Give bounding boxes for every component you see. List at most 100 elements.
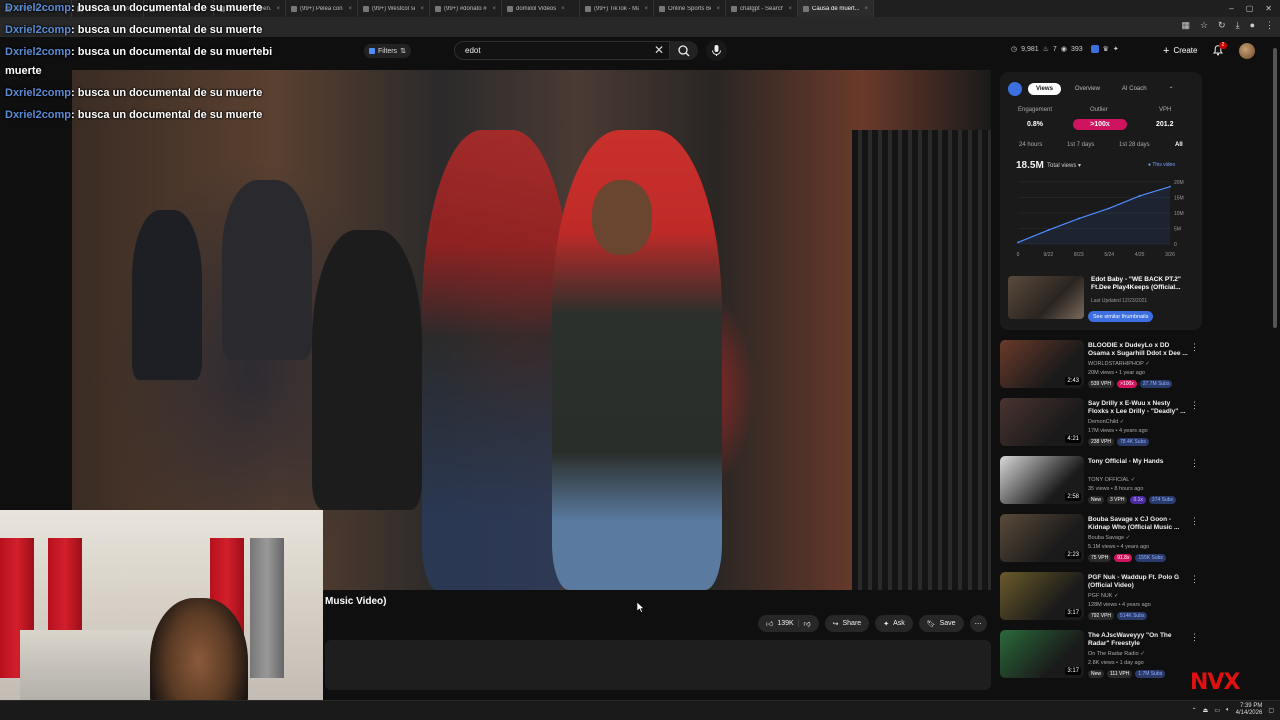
more-options-icon[interactable]: ⋮ — [1190, 516, 1199, 527]
similar-thumbnails-button[interactable]: See similar thumbnails — [1088, 311, 1154, 322]
close-tab-icon[interactable]: × — [864, 6, 868, 12]
stat-2: 7 — [1052, 45, 1057, 53]
close-window-button[interactable]: ✕ — [1265, 4, 1272, 13]
close-tab-icon[interactable]: × — [420, 6, 424, 12]
stat-badge: >100x — [1117, 380, 1137, 388]
voice-search-button[interactable] — [706, 40, 727, 61]
menu-icon[interactable]: ⋮ — [1265, 20, 1274, 31]
network-icon[interactable]: ▭ — [1214, 707, 1220, 714]
browser-tab[interactable]: chatgpt - Search × — [726, 0, 798, 17]
video-title[interactable]: Tony Official - My Hands — [1088, 458, 1192, 466]
video-meta: 20M views • 1 year ago — [1088, 370, 1145, 376]
tab-views[interactable]: Views — [1028, 83, 1061, 95]
bookmark-star-icon[interactable]: ☆ — [1200, 20, 1208, 31]
refresh-icon[interactable]: ↻ — [1218, 20, 1226, 31]
video-title[interactable]: Bouba Savage x CJ Goon - Kidnap Who (Off… — [1088, 516, 1192, 532]
video-title[interactable]: Say Drilly x E-Wuu x Nesty Floxks x Lee … — [1088, 400, 1192, 416]
channel-name[interactable]: TONY OFFICIAL ✓ — [1088, 477, 1135, 483]
chevron-up-icon[interactable]: ⌃ — [1192, 707, 1197, 714]
downloads-icon[interactable]: ⤓ — [1236, 20, 1240, 31]
sparkle-icon[interactable]: ✦ — [1113, 45, 1119, 53]
close-tab-icon[interactable]: × — [348, 6, 352, 12]
video-thumbnail[interactable]: 3:17 — [1000, 572, 1084, 620]
filters-button[interactable]: Filters ⇅ — [364, 44, 411, 58]
more-options-icon[interactable]: ⋮ — [1190, 342, 1199, 353]
extensions-icon[interactable]: ▦ — [1181, 20, 1190, 31]
close-tab-icon[interactable]: × — [561, 6, 565, 12]
video-thumbnail[interactable]: 2:23 — [1000, 514, 1084, 562]
channel-name[interactable]: On The Radar Radio ✓ — [1088, 651, 1145, 657]
close-tab-icon[interactable]: × — [644, 6, 648, 12]
range-all[interactable]: All — [1175, 142, 1183, 148]
recommended-video[interactable]: 4:21 Say Drilly x E-Wuu x Nesty Floxks x… — [1000, 398, 1205, 450]
create-button[interactable]: + Create — [1155, 42, 1205, 59]
range-24h[interactable]: 24 hours — [1019, 142, 1042, 148]
recommended-video[interactable]: 3:17 The AJscWaveyyy "On The Radar" Free… — [1000, 630, 1205, 682]
share-button[interactable]: ↪ Share — [824, 615, 870, 632]
more-options-icon[interactable]: ⋮ — [1190, 458, 1199, 469]
views-dropdown-label: Total views — [1047, 163, 1077, 169]
views-dropdown[interactable]: Total views ▾ — [1047, 162, 1081, 169]
close-tab-icon[interactable]: × — [492, 6, 496, 12]
minimize-button[interactable]: – — [1229, 4, 1233, 13]
account-avatar[interactable] — [1239, 43, 1255, 59]
browser-tab[interactable]: (99+) Westcol se... × — [358, 0, 430, 17]
reference-title[interactable]: Edot Baby - "WE BACK PT.2" Ft.Dee Play4K… — [1091, 276, 1191, 292]
tab-ai-coach[interactable]: AI Coach — [1114, 83, 1155, 95]
video-title[interactable]: PGF Nuk - Waddup Ft. Polo G (Official Vi… — [1088, 574, 1192, 590]
video-thumbnail[interactable]: 2:43 — [1000, 340, 1084, 388]
browser-tab[interactable]: (99+) TikTok - Ma... × — [580, 0, 654, 17]
profile-icon[interactable]: ● — [1250, 20, 1255, 31]
search-button[interactable] — [670, 41, 698, 60]
maximize-button[interactable]: ▢ — [1246, 4, 1254, 13]
browser-tab[interactable]: (99+) Pelea con C... × — [286, 0, 358, 17]
video-thumbnail[interactable]: 2:58 — [1000, 456, 1084, 504]
browser-tab[interactable]: (99+) #donato #... × — [430, 0, 502, 17]
close-tab-icon[interactable]: × — [716, 6, 720, 12]
description-box[interactable] — [325, 640, 991, 690]
channel-name[interactable]: PGF NUK ✓ — [1088, 593, 1119, 599]
channel-name[interactable]: WORLDSTARHIPHOP ✓ — [1088, 361, 1150, 367]
collapse-icon[interactable]: ⌃ — [1169, 86, 1174, 93]
like-button[interactable]: 👍︎ 139K | 👎︎ — [758, 615, 819, 632]
usb-icon[interactable]: ⏏ — [1203, 707, 1209, 714]
thumbs-down-icon[interactable]: 👎︎ — [804, 619, 811, 628]
range-28d[interactable]: 1st 28 days — [1119, 142, 1150, 148]
recommended-video[interactable]: 3:17 PGF Nuk - Waddup Ft. Polo G (Offici… — [1000, 572, 1205, 624]
extension-logo-icon[interactable] — [1090, 45, 1099, 53]
range-7d[interactable]: 1st 7 days — [1067, 142, 1094, 148]
video-title[interactable]: BLOODIE x DudeyLo x DD Osama x Sugarhill… — [1088, 342, 1192, 358]
video-title[interactable]: The AJscWaveyyy "On The Radar" Freestyle — [1088, 632, 1192, 648]
video-thumbnail[interactable]: 3:17 — [1000, 630, 1084, 678]
recommended-video[interactable]: 2:58 Tony Official - My Hands TONY OFFIC… — [1000, 456, 1205, 508]
search-input[interactable]: edot — [454, 41, 670, 60]
channel-name[interactable]: DemonChild ✓ — [1088, 419, 1124, 425]
nvx-watermark: NVX — [1190, 670, 1240, 695]
favicon-icon — [435, 5, 441, 12]
channel-name-label: PGF NUK — [1088, 593, 1113, 599]
more-options-icon[interactable]: ⋮ — [1190, 632, 1199, 643]
browser-tab[interactable]: Causa de muert... × — [798, 0, 874, 17]
clock[interactable]: 7:39 PM 4/14/2026 — [1236, 703, 1263, 717]
browser-tab[interactable]: Online Sports Bet... × — [654, 0, 726, 17]
recommended-video[interactable]: 2:43 BLOODIE x DudeyLo x DD Osama x Suga… — [1000, 340, 1205, 392]
ask-button[interactable]: ✦ Ask — [875, 615, 913, 632]
reference-thumbnail[interactable] — [1008, 276, 1084, 319]
trophy-icon[interactable]: ♛ — [1103, 45, 1109, 53]
more-actions-button[interactable]: ⋯ — [969, 615, 987, 632]
notification-center-icon[interactable]: ▢ — [1268, 707, 1274, 714]
close-tab-icon[interactable]: × — [788, 6, 792, 12]
page-scrollbar[interactable] — [1272, 40, 1278, 700]
save-button[interactable]: 🔖︎ Save — [918, 615, 964, 632]
tab-overview[interactable]: Overview — [1067, 83, 1108, 95]
volume-icon[interactable]: 🔈︎ — [1226, 707, 1230, 714]
more-options-icon[interactable]: ⋮ — [1190, 574, 1199, 585]
channel-name[interactable]: Bouba Savage ✓ — [1088, 535, 1130, 541]
clear-search-icon[interactable]: ✕ — [654, 43, 664, 57]
scrollbar-thumb[interactable] — [1273, 48, 1277, 328]
video-thumbnail[interactable]: 4:21 — [1000, 398, 1084, 446]
more-options-icon[interactable]: ⋮ — [1190, 400, 1199, 411]
close-tab-icon[interactable]: × — [276, 6, 280, 12]
recommended-video[interactable]: 2:23 Bouba Savage x CJ Goon - Kidnap Who… — [1000, 514, 1205, 566]
browser-tab[interactable]: domiilol Videos × — [502, 0, 580, 17]
